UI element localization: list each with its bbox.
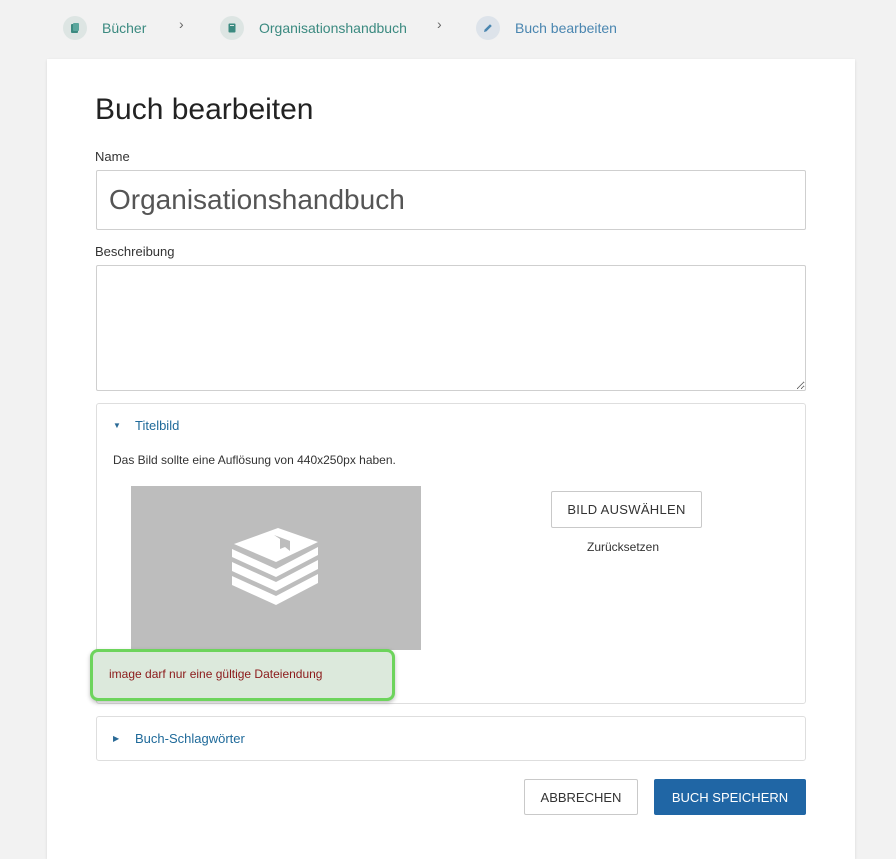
description-textarea[interactable] bbox=[96, 265, 806, 391]
cover-image-toggle[interactable]: ▼ Titelbild bbox=[113, 418, 179, 433]
breadcrumb-books-label: Bücher bbox=[102, 20, 147, 36]
save-book-button[interactable]: BUCH SPEICHERN bbox=[654, 779, 806, 815]
breadcrumb-edit[interactable]: Buch bearbeiten bbox=[476, 14, 617, 42]
name-label: Name bbox=[95, 149, 130, 164]
book-tags-section: ▶ Buch-Schlagwörter bbox=[96, 716, 806, 761]
breadcrumb: Bücher › Organisationshandbuch › Buch be… bbox=[0, 0, 896, 56]
pencil-icon bbox=[476, 16, 500, 40]
name-input[interactable] bbox=[96, 170, 806, 230]
book-stack-icon bbox=[232, 528, 318, 605]
cover-image-hint: Das Bild sollte eine Auflösung von 440x2… bbox=[113, 453, 396, 467]
description-label: Beschreibung bbox=[95, 244, 175, 259]
breadcrumb-book-label: Organisationshandbuch bbox=[259, 20, 407, 36]
cover-image-section: ▼ Titelbild Das Bild sollte eine Auflösu… bbox=[90, 403, 806, 704]
books-icon bbox=[63, 16, 87, 40]
select-image-button[interactable]: BILD AUSWÄHLEN bbox=[551, 491, 702, 528]
error-message-text: image darf nur eine gültige Dateiendung bbox=[109, 667, 323, 681]
caret-right-icon: ▶ bbox=[113, 734, 120, 743]
breadcrumb-separator: › bbox=[437, 16, 442, 32]
breadcrumb-separator: › bbox=[179, 16, 184, 32]
book-icon bbox=[220, 16, 244, 40]
cover-image-preview bbox=[131, 486, 421, 650]
error-message: image darf nur eine gültige Dateiendung bbox=[90, 649, 395, 701]
breadcrumb-edit-label: Buch bearbeiten bbox=[515, 20, 617, 36]
book-tags-title: Buch-Schlagwörter bbox=[135, 731, 245, 746]
book-tags-toggle[interactable]: ▶ Buch-Schlagwörter bbox=[113, 731, 245, 746]
cover-image-title: Titelbild bbox=[135, 418, 180, 433]
breadcrumb-book[interactable]: Organisationshandbuch bbox=[220, 14, 407, 42]
cancel-button[interactable]: ABBRECHEN bbox=[524, 779, 638, 815]
caret-down-icon: ▼ bbox=[113, 421, 121, 430]
reset-link[interactable]: Zurücksetzen bbox=[587, 540, 659, 554]
page-title: Buch bearbeiten bbox=[95, 93, 314, 126]
breadcrumb-books[interactable]: Bücher bbox=[63, 14, 146, 42]
edit-book-card: Buch bearbeiten Name Beschreibung ▼ Tite… bbox=[47, 59, 855, 859]
